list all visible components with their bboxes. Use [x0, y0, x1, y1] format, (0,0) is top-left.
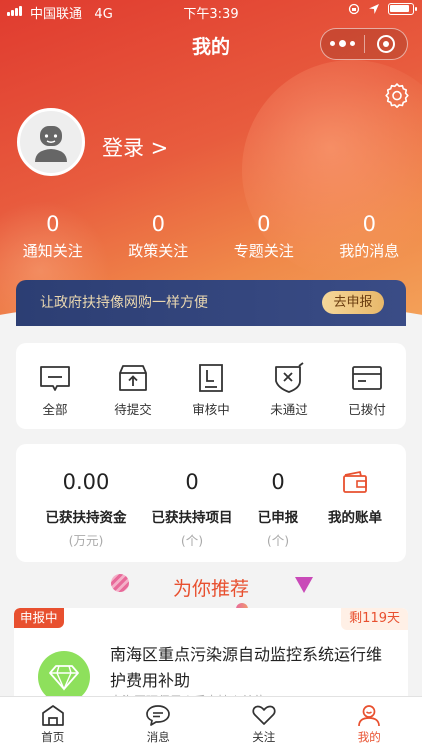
tab-home[interactable]: 首页 — [0, 697, 106, 750]
wallet-icon — [343, 470, 367, 493]
stat-value: 0 — [362, 212, 376, 236]
status-rejected[interactable]: 未通过 — [250, 343, 328, 429]
status-label: 全部 — [42, 402, 68, 417]
status-bar: 中国联通 4G 下午3:39 — [0, 0, 422, 22]
tab-messages[interactable]: 消息 — [106, 697, 212, 750]
status-label: 已拨付 — [348, 402, 386, 417]
stat-notice-follow[interactable]: 0 通知关注 — [0, 212, 106, 261]
user-icon — [358, 705, 381, 727]
message-box-icon — [40, 366, 70, 391]
fund-value: 0 — [271, 470, 285, 494]
application-status-card: 全部 待提交 审核中 未通过 已拨付 — [16, 343, 406, 429]
stat-topic-follow[interactable]: 0 专题关注 — [211, 212, 317, 261]
miniprogram-capsule[interactable] — [320, 28, 408, 60]
promo-banner: 让政府扶持像网购一样方便 去申报 — [16, 280, 406, 326]
inbox-upload-icon — [119, 365, 147, 391]
clock-doc-icon — [199, 364, 223, 392]
tab-mine[interactable]: 我的 — [317, 697, 422, 750]
follow-stats: 0 通知关注 0 政策关注 0 专题关注 0 我的消息 — [0, 212, 422, 261]
fund-value: 0 — [185, 470, 199, 494]
stat-value: 0 — [257, 212, 271, 236]
tab-follow[interactable]: 关注 — [211, 697, 317, 750]
tab-label: 关注 — [252, 730, 276, 744]
tab-label: 首页 — [41, 730, 65, 744]
tab-label: 我的 — [357, 730, 381, 744]
funding-summary-card: 0.00 已获扶持资金 (万元) 0 已获扶持项目 (个) 0 已申报 (个) … — [16, 444, 406, 562]
stat-policy-follow[interactable]: 0 政策关注 — [106, 212, 212, 261]
fund-applied[interactable]: 0 已申报 (个) — [243, 470, 313, 549]
status-all[interactable]: 全部 — [16, 343, 94, 429]
battery-icon — [388, 3, 417, 15]
more-button[interactable] — [321, 29, 364, 59]
status-label: 未通过 — [270, 402, 308, 417]
bill-label: 我的账单 — [328, 510, 382, 526]
fund-label: 已申报 — [257, 510, 299, 526]
status-badge: 申报中 — [14, 608, 64, 628]
apply-button[interactable]: 去申报 — [322, 291, 384, 314]
fund-amount[interactable]: 0.00 已获扶持资金 (万元) — [36, 470, 136, 549]
days-left-badge: 剩119天 — [341, 608, 408, 630]
lock-rotation-icon — [348, 3, 360, 15]
status-paid[interactable]: 已拨付 — [328, 343, 406, 429]
fund-projects[interactable]: 0 已获扶持项目 (个) — [142, 470, 242, 549]
fund-label: 已获扶持资金 — [45, 510, 127, 526]
recommend-title: 为你推荐 — [172, 578, 249, 600]
fund-unit: (个) — [266, 533, 290, 548]
diamond-icon — [49, 665, 79, 691]
login-link[interactable]: 登录 > — [102, 132, 168, 162]
shield-x-icon — [275, 362, 304, 393]
status-under-review[interactable]: 审核中 — [172, 343, 250, 429]
banner-text: 让政府扶持像网购一样方便 — [40, 295, 208, 311]
close-miniprogram-button[interactable] — [364, 29, 407, 59]
avatar[interactable] — [17, 108, 85, 176]
chat-icon — [146, 705, 171, 726]
my-bill-button[interactable]: 我的账单 — [320, 470, 390, 526]
fund-unit: (万元) — [68, 533, 104, 548]
default-user-icon — [35, 126, 67, 162]
card-icon — [352, 366, 382, 390]
fund-unit: (个) — [180, 533, 204, 548]
fund-value: 0.00 — [62, 470, 110, 494]
status-label: 待提交 — [114, 402, 152, 417]
more-dots-icon — [329, 40, 355, 47]
heart-icon — [252, 705, 276, 725]
settings-gear-icon[interactable] — [384, 82, 410, 108]
tab-bar: 首页 消息 关注 我的 — [0, 696, 422, 750]
decor-triangle — [295, 577, 313, 593]
stat-label: 专题关注 — [233, 242, 294, 260]
project-card[interactable]: 申报中 剩119天 南海区重点污染源自动监控系统运行维护费用补助 南海区环保局 … — [14, 608, 408, 708]
stat-my-messages[interactable]: 0 我的消息 — [317, 212, 422, 261]
status-label: 审核中 — [192, 402, 230, 417]
stat-value: 0 — [151, 212, 165, 236]
home-icon — [41, 705, 64, 726]
stat-value: 0 — [46, 212, 60, 236]
status-pending-submit[interactable]: 待提交 — [94, 343, 172, 429]
location-icon — [369, 4, 379, 14]
stat-label: 我的消息 — [339, 242, 400, 260]
stat-label: 政策关注 — [128, 242, 189, 260]
stat-label: 通知关注 — [22, 242, 83, 260]
tab-label: 消息 — [146, 730, 170, 744]
target-icon — [376, 35, 395, 53]
fund-label: 已获扶持项目 — [151, 510, 233, 526]
project-title: 南海区重点污染源自动监控系统运行维护费用补助 — [110, 645, 383, 690]
